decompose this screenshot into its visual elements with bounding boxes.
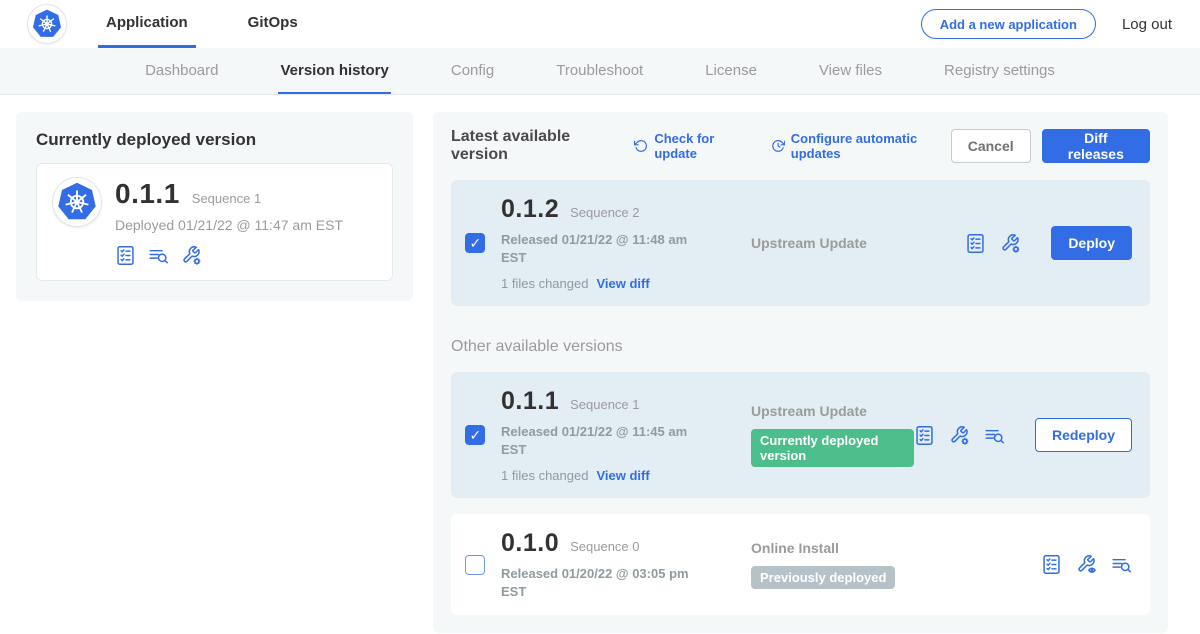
view-diff-link[interactable]: View diff [596,468,649,483]
redeploy-button[interactable]: Redeploy [1035,418,1132,452]
view-files-icon[interactable] [984,425,1005,446]
top-nav: Application GitOps Add a new application… [0,0,1200,48]
version-info: 0.1.2 Sequence 2 Released 01/21/22 @ 11:… [501,195,751,291]
deployed-version-number: 0.1.1 [115,178,180,210]
files-changed: 1 files changedView diff [501,468,751,483]
view-diff-link[interactable]: View diff [596,276,649,291]
deployed-app-logo [53,178,101,226]
kubernetes-logo-icon [57,182,97,222]
check-for-update-link[interactable]: Check for update [634,131,748,161]
version-checkbox[interactable] [465,555,485,575]
version-number: 0.1.2 [501,195,559,224]
released-timestamp: Released 01/21/22 @ 11:48 am EST [501,231,701,266]
version-actions: Deploy [965,226,1132,260]
version-row-0-1-2: 0.1.2 Sequence 2 Released 01/21/22 @ 11:… [451,180,1150,306]
sequence-label: Sequence 2 [570,205,639,220]
tab-troubleshoot[interactable]: Troubleshoot [554,48,645,94]
top-nav-tabs: Application GitOps [98,0,306,48]
auto-update-icon [771,138,785,154]
kubernetes-logo-icon [32,9,62,39]
other-versions-title: Other available versions [451,338,1150,356]
tab-application[interactable]: Application [98,0,196,48]
version-actions [1041,554,1132,575]
version-info: 0.1.1 Sequence 1 Released 01/21/22 @ 11:… [501,387,751,483]
sequence-label: Sequence 1 [570,397,639,412]
tab-version-history[interactable]: Version history [278,48,390,94]
add-application-button[interactable]: Add a new application [921,9,1096,39]
version-number: 0.1.0 [501,529,559,558]
cancel-button[interactable]: Cancel [951,129,1031,163]
version-checkbox[interactable] [465,425,485,445]
deployed-version-info: 0.1.1 Sequence 1 Deployed 01/21/22 @ 11:… [115,178,343,266]
release-notes-icon[interactable] [965,233,986,254]
check-update-icon [634,138,648,154]
latest-version-header: Latest available version Check for updat… [451,128,1150,164]
configure-automatic-updates-link[interactable]: Configure automatic updates [771,131,951,161]
deployed-version-card: 0.1.1 Sequence 1 Deployed 01/21/22 @ 11:… [36,163,393,281]
tab-registry-settings[interactable]: Registry settings [942,48,1057,94]
version-source: Upstream Update Currently deployed versi… [751,403,914,467]
deployed-timestamp: Deployed 01/21/22 @ 11:47 am EST [115,217,343,233]
currently-deployed-badge: Currently deployed version [751,429,914,467]
version-history-panel: Latest available version Check for updat… [433,112,1168,633]
release-notes-icon[interactable] [115,245,136,266]
preflight-icon[interactable] [1076,554,1097,575]
version-source: Upstream Update [751,235,965,251]
release-notes-icon[interactable] [914,425,935,446]
logout-link[interactable]: Log out [1122,16,1172,33]
main-content: Currently deployed version 0.1.1 Sequenc [0,95,1200,633]
tab-license[interactable]: License [703,48,759,94]
currently-deployed-panel: Currently deployed version 0.1.1 Sequenc [16,112,413,301]
released-timestamp: Released 01/21/22 @ 11:45 am EST [501,423,701,458]
tab-config[interactable]: Config [449,48,496,94]
config-icon[interactable] [1000,233,1021,254]
version-source: Online Install Previously deployed [751,540,1041,589]
deployed-sequence-label: Sequence 1 [192,191,261,206]
view-files-icon[interactable] [1111,554,1132,575]
previously-deployed-badge: Previously deployed [751,566,895,589]
released-timestamp: Released 01/20/22 @ 03:05 pm EST [501,565,701,600]
version-number: 0.1.1 [501,387,559,416]
app-logo [28,5,66,43]
version-row-0-1-0: 0.1.0 Sequence 0 Released 01/20/22 @ 03:… [451,514,1150,615]
tab-dashboard[interactable]: Dashboard [143,48,220,94]
config-icon[interactable] [949,425,970,446]
tab-view-files[interactable]: View files [817,48,884,94]
version-actions: Redeploy [914,418,1132,452]
version-checkbox[interactable] [465,233,485,253]
deploy-button[interactable]: Deploy [1051,226,1132,260]
version-info: 0.1.0 Sequence 0 Released 01/20/22 @ 03:… [501,529,751,600]
version-row-0-1-1: 0.1.1 Sequence 1 Released 01/21/22 @ 11:… [451,372,1150,498]
top-nav-right: Add a new application Log out [921,0,1172,48]
sequence-label: Sequence 0 [570,539,639,554]
latest-version-title: Latest available version [451,128,612,164]
view-files-icon[interactable] [148,245,169,266]
release-notes-icon[interactable] [1041,554,1062,575]
tab-gitops[interactable]: GitOps [240,0,306,48]
deployed-actions [115,245,343,266]
config-icon[interactable] [181,245,202,266]
diff-releases-button[interactable]: Diff releases [1042,129,1150,163]
app-sub-nav: Dashboard Version history Config Trouble… [0,48,1200,95]
currently-deployed-title: Currently deployed version [36,130,393,150]
files-changed: 1 files changedView diff [501,276,751,291]
